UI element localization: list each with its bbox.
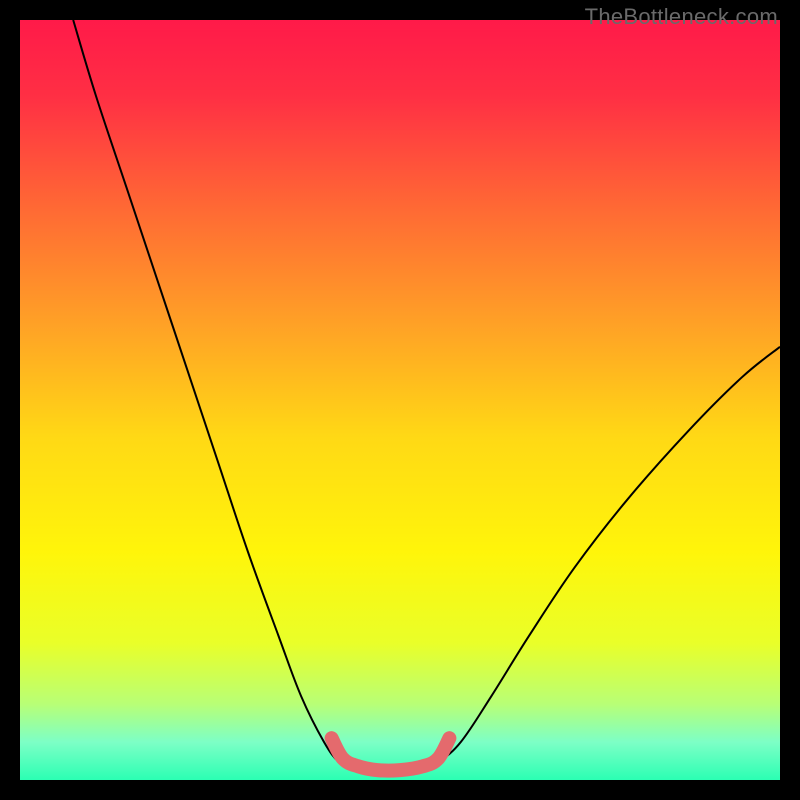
gradient-background: [20, 20, 780, 780]
chart-container: TheBottleneck.com: [0, 0, 800, 800]
plot-area: [20, 20, 780, 780]
watermark-text: TheBottleneck.com: [585, 4, 778, 30]
bottleneck-chart: [20, 20, 780, 780]
